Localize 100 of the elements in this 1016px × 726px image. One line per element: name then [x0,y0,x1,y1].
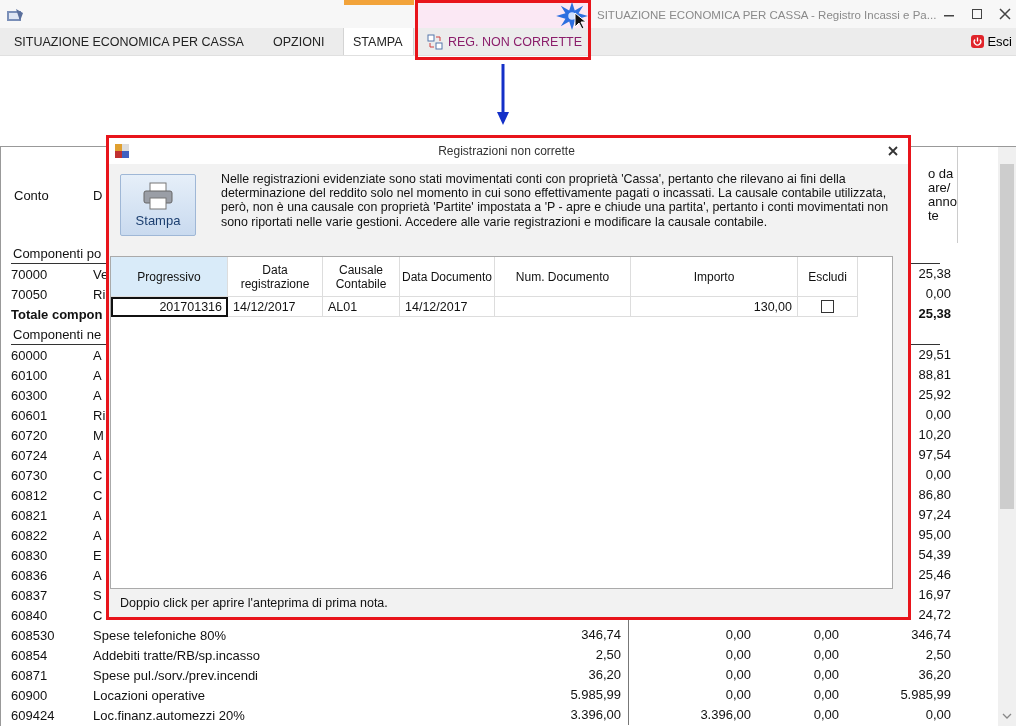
tab-accent [344,0,414,5]
table-cell-text: 60720 [10,427,48,443]
table-cell-text: 60830 [10,547,48,563]
column-header: Conto [14,187,49,203]
amount-cell-text: 0,00 [812,706,840,724]
table-cell: E [93,547,102,563]
amount-cell: 0,00 [628,685,758,705]
amount-cell-text: 25,38 [917,265,952,283]
table-cell-text: 70050 [10,286,48,302]
menu-tab[interactable]: SITUAZIONE ECONOMICA PER CASSA [0,28,263,55]
table-cell: Locazioni operative [93,687,206,703]
amount-cell: 0,00 [628,645,758,665]
cursor-icon [574,12,586,30]
table-cell-text: 609424 [10,707,55,723]
table-sync-icon [427,33,443,50]
amount-cell-text: 0,00 [812,646,840,664]
column-header[interactable]: Progressivo [111,257,228,297]
amount-cell-text: 5.985,99 [569,686,622,704]
app-icon [6,8,24,24]
column-header[interactable]: Data Documento [400,257,495,297]
table-cell: A [93,567,102,583]
amount-cell-text: 16,97 [917,586,952,604]
table-cell-text: 60854 [10,647,48,663]
amount-cell-text: 10,20 [917,426,952,444]
menu-tab[interactable]: STAMPA [343,28,414,55]
amount-cell-text: 0,00 [812,686,840,704]
table-cell-text: 60822 [10,527,48,543]
table-cell: 14/12/2017 [228,297,323,317]
section-label: Componenti ne [12,326,102,342]
table-cell: A [93,447,102,463]
amount-cell-text: 5.985,99 [899,686,952,704]
column-header[interactable]: Data registrazione [228,257,323,297]
printer-icon [142,182,174,210]
table-cell: 130,00 [631,297,798,317]
amount-cell: 0,00 [628,625,758,645]
table-cell-text: 60821 [10,507,48,523]
amount-cell-text: 88,81 [917,366,952,384]
table-cell: M [93,427,104,443]
column-header[interactable]: Causale Contabile [323,257,400,297]
amount-cell-text: 2,50 [924,646,952,664]
power-icon [971,35,985,48]
table-cell: Spese pul./sorv./prev.incendi [93,667,258,683]
table-cell-text: 60000 [10,347,48,363]
amount-cell-text: 0,00 [924,466,952,484]
table-cell-text: 60840 [10,607,48,623]
amount-cell-text: 97,24 [917,506,952,524]
close-icon [888,146,898,156]
table-cell-text: 60837 [10,587,48,603]
column-header[interactable]: Escludi [798,257,858,297]
amount-cell-text: 346,74 [910,626,952,644]
section-label: Componenti po [12,245,102,261]
table-cell-text: 60601 [10,407,48,423]
table-cell: 14/12/2017 [400,297,495,317]
window-title: SITUAZIONE ECONOMICA PER CASSA - Registro Incassi e Pa... [597,8,937,23]
table-cell: C [93,467,103,483]
amount-cell: 3.396,00 [628,705,758,725]
amount-cell-text: 36,20 [587,666,622,684]
menu-tab[interactable]: OPZIONI [263,28,343,55]
exit-button[interactable]: Esci [967,28,1016,55]
amount-cell-text: 0,00 [924,406,952,424]
column-header[interactable]: Num. Documento [495,257,631,297]
amount-cell-text: 25,46 [917,566,952,584]
table-cell-text: 60812 [10,487,48,503]
caret-icon[interactable] [1002,712,1012,720]
amount-cell-text: 0,00 [924,285,952,303]
column-header[interactable]: Importo [631,257,798,297]
status-text: Doppio click per aprire l'anteprima di prima nota. [119,595,389,612]
amount-cell-text: 2,50 [594,646,622,664]
amount-cell-text: 346,74 [580,626,622,644]
amount-cell-text: 24,72 [917,606,952,624]
scrollbar[interactable] [998,147,1016,726]
amount-cell-text: 29,51 [917,346,952,364]
table-cell: Addebiti tratte/RB/sp.incasso [93,647,260,663]
table-cell: A [93,507,102,523]
amount-cell-text: 25,92 [917,386,952,404]
column-header: D [93,187,103,203]
table-cell-text: 70000 [10,266,48,282]
dialog-title: Registrazioni non corrette [437,144,576,158]
table-cell: Spese telefoniche 80% [93,627,226,643]
table-cell: S [93,587,102,603]
table-cell: A [93,367,102,383]
amount-cell: 0,00 [628,665,758,685]
total-label: Totale compon [11,306,103,322]
amount-cell-text: 25,38 [917,305,952,323]
amount-cell-text: 0,00 [812,666,840,684]
amount-cell-text: 95,00 [917,526,952,544]
checkbox[interactable] [821,300,834,313]
table-cell-text: 60836 [10,567,48,583]
table-cell-text: 60724 [10,447,48,463]
print-button[interactable]: Stampa [120,174,196,236]
table-cell[interactable]: 201701316 [111,297,228,317]
table-cell-text: 60730 [10,467,48,483]
table-cell: C [93,487,103,503]
amount-cell-text: 0,00 [924,706,952,724]
down-arrow-icon [496,64,510,126]
amount-cell-text: 54,39 [917,546,952,564]
scroll-thumb[interactable] [1000,164,1014,509]
table-cell: A [93,347,102,363]
table-cell: C [93,607,103,623]
amount-cell-text: 0,00 [812,626,840,644]
